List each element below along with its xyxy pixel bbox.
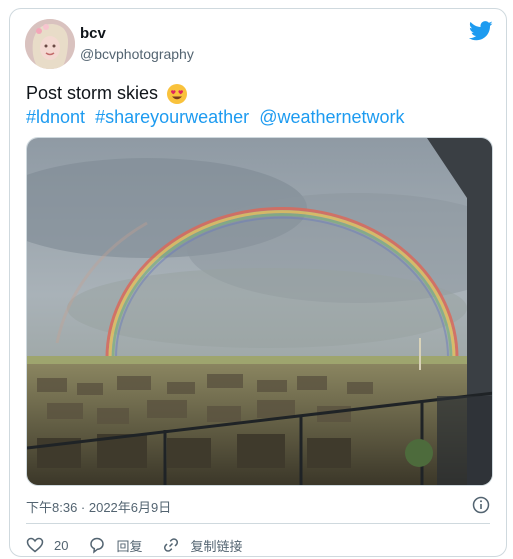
tweet-photo[interactable] xyxy=(26,137,493,486)
hashtag-ldnont[interactable]: #ldnont xyxy=(26,107,85,127)
link-icon xyxy=(164,538,179,552)
hashtag-line: #ldnont #shareyourweather @weathernetwor… xyxy=(26,105,410,129)
tweet-text-content: Post storm skies xyxy=(26,83,159,103)
tweet-timestamp[interactable]: 下午8:36 · 2022年6月9日 xyxy=(26,497,171,516)
reply-label: 回复 xyxy=(116,538,143,554)
action-bar: 20 回复 复制链接 xyxy=(26,533,263,557)
heart-icon xyxy=(26,537,44,553)
copy-link-label: 复制链接 xyxy=(190,538,243,554)
heart-eyes-emoji-icon xyxy=(167,84,188,105)
like-count: 20 xyxy=(54,537,69,553)
avatar[interactable] xyxy=(25,19,75,69)
copy-link-button[interactable]: 复制链接 xyxy=(162,536,243,555)
info-icon[interactable] xyxy=(472,496,490,514)
reply-bubble-icon xyxy=(90,537,105,554)
author-name[interactable]: bcv xyxy=(80,25,106,42)
hashtag-shareyourweather[interactable]: #shareyourweather xyxy=(95,107,249,127)
tweet-text: Post storm skies xyxy=(26,81,188,105)
author-handle[interactable]: @bcvphotography xyxy=(80,46,194,62)
reply-button[interactable]: 回复 xyxy=(88,536,142,555)
twitter-bird-icon[interactable] xyxy=(469,21,493,41)
mention-weathernetwork[interactable]: @weathernetwork xyxy=(259,107,404,127)
divider xyxy=(26,523,490,524)
like-button[interactable]: 20 xyxy=(26,536,68,554)
tweet-card[interactable]: bcv @bcvphotography Post storm skies #ld… xyxy=(9,8,507,557)
